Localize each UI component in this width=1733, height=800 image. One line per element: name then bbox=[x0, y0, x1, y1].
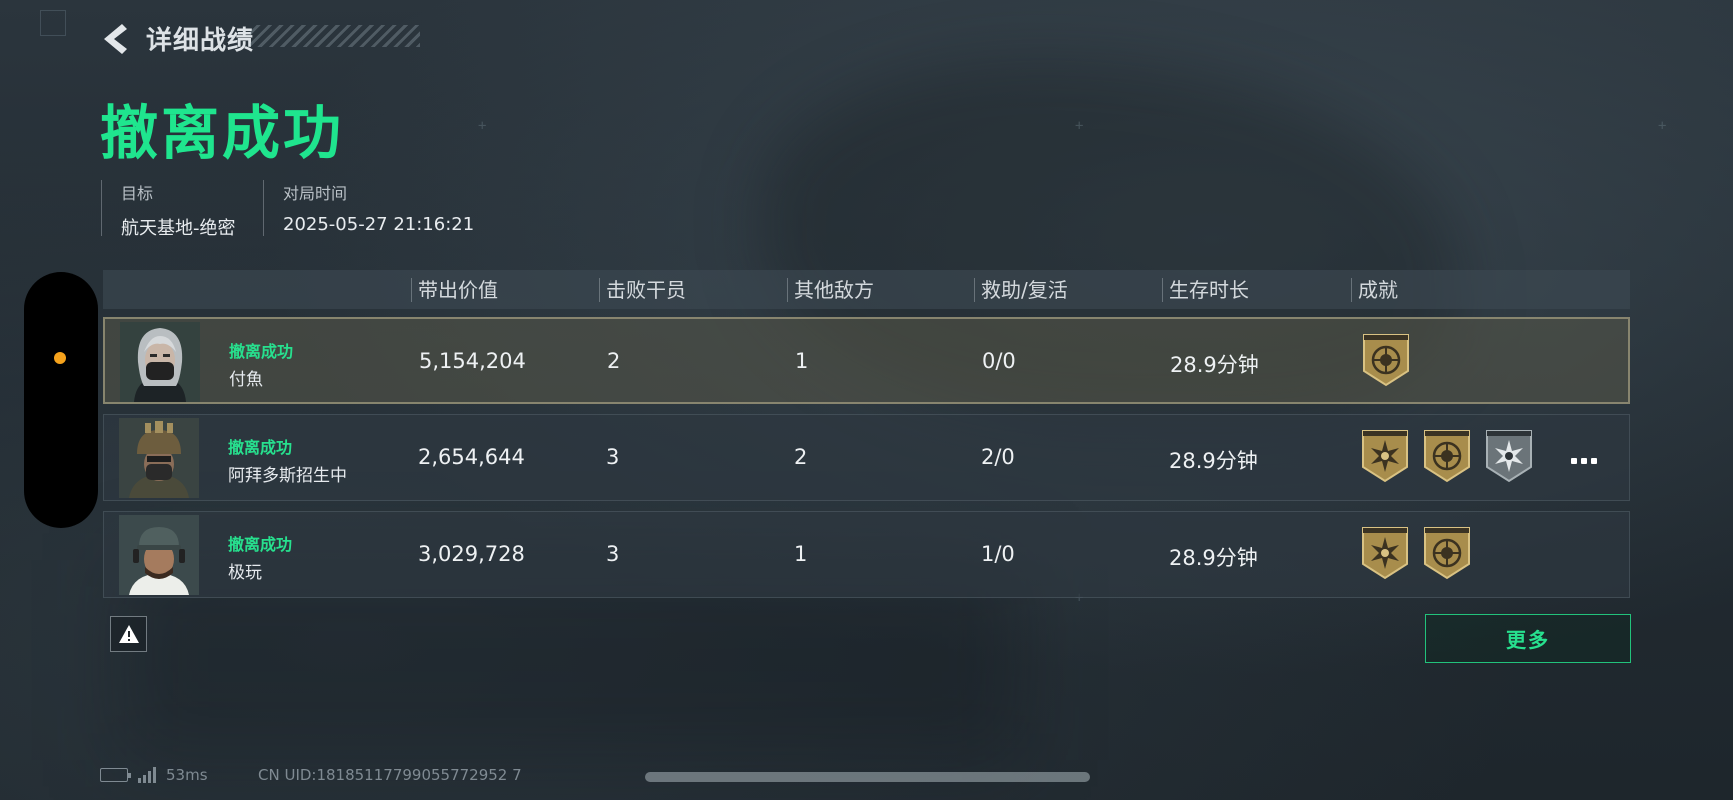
player-avatar bbox=[120, 322, 200, 402]
corner-frame bbox=[40, 10, 66, 36]
match-time-label: 对局时间 bbox=[283, 184, 348, 203]
player-avatar bbox=[119, 515, 199, 595]
player-name: 阿拜多斯招生中 bbox=[228, 466, 347, 486]
match-time-value: 2025-05-27 21:16:21 bbox=[283, 214, 475, 235]
table-row[interactable]: 撤离成功 极玩 3,029,728 3 1 1/0 28.9分钟 bbox=[103, 511, 1630, 598]
more-achievements-icon[interactable] bbox=[1571, 449, 1603, 464]
column-kills: 击败干员 bbox=[599, 277, 686, 302]
report-button[interactable] bbox=[110, 616, 147, 652]
enemies-count: 2 bbox=[794, 445, 808, 469]
stats-table: 带出价值 击败干员 其他敌方 救助/复活 生存时长 成就 撤离成功 付魚 5,1… bbox=[103, 270, 1630, 598]
gold-emblem-icon[interactable] bbox=[1422, 524, 1472, 580]
table-row[interactable]: 撤离成功 阿拜多斯招生中 2,654,644 3 2 2/0 28.9分钟 bbox=[103, 414, 1630, 501]
signal-icon bbox=[138, 767, 156, 783]
extract-value: 5,154,204 bbox=[419, 349, 526, 373]
column-survival: 生存时长 bbox=[1162, 277, 1249, 302]
table-row[interactable]: 撤离成功 付魚 5,154,204 2 1 0/0 28.9分钟 bbox=[103, 317, 1630, 404]
extract-value: 2,654,644 bbox=[418, 445, 525, 469]
match-time-info: 对局时间 2025-05-27 21:16:21 bbox=[263, 180, 474, 236]
gold-star-burst-icon[interactable] bbox=[1360, 524, 1410, 580]
target-label: 目标 bbox=[121, 184, 154, 203]
player-name: 极玩 bbox=[228, 563, 262, 583]
female-operator-portrait-icon bbox=[120, 322, 200, 402]
crosshair-mark: + bbox=[1075, 118, 1084, 134]
gold-emblem-icon[interactable] bbox=[1361, 331, 1411, 387]
target-value: 航天基地-绝密 bbox=[121, 218, 236, 239]
column-enemies: 其他敌方 bbox=[787, 277, 874, 302]
warning-icon bbox=[118, 625, 139, 643]
helmet-operator-portrait-icon bbox=[119, 418, 199, 498]
gold-emblem-icon[interactable] bbox=[1422, 427, 1472, 483]
player-status: 撤离成功 bbox=[229, 342, 294, 361]
column-achievements: 成就 bbox=[1351, 277, 1398, 302]
ping-value: 53ms bbox=[166, 766, 208, 784]
gold-star-burst-icon[interactable] bbox=[1360, 427, 1410, 483]
more-button-label: 更多 bbox=[1506, 628, 1550, 652]
player-name: 付魚 bbox=[229, 370, 263, 390]
battery-icon bbox=[100, 768, 131, 782]
achievement-list bbox=[1360, 524, 1472, 580]
assist-revive: 1/0 bbox=[981, 542, 1015, 566]
survival-time: 28.9分钟 bbox=[1169, 546, 1258, 570]
indicator-dot bbox=[54, 352, 66, 364]
survival-time: 28.9分钟 bbox=[1169, 449, 1258, 473]
player-uid: CN UID:18185117799055772952 7 bbox=[258, 766, 522, 784]
home-indicator[interactable] bbox=[645, 772, 1090, 782]
survival-time: 28.9分钟 bbox=[1170, 353, 1259, 377]
target-info: 目标 航天基地-绝密 bbox=[101, 180, 236, 239]
more-button[interactable]: 更多 bbox=[1425, 614, 1631, 663]
achievement-list bbox=[1361, 331, 1411, 387]
silver-star-burst-icon[interactable] bbox=[1484, 427, 1534, 483]
side-handle[interactable] bbox=[24, 272, 98, 528]
assist-revive: 2/0 bbox=[981, 445, 1015, 469]
title-stripes bbox=[250, 25, 420, 47]
crosshair-mark: + bbox=[1658, 118, 1667, 134]
status-bar: 53ms bbox=[100, 766, 208, 784]
back-arrow-icon bbox=[104, 23, 127, 54]
kills-count: 3 bbox=[606, 542, 620, 566]
enemies-count: 1 bbox=[795, 349, 809, 373]
table-header: 带出价值 击败干员 其他敌方 救助/复活 生存时长 成就 bbox=[103, 270, 1630, 309]
back-button[interactable]: 详细战绩 bbox=[100, 20, 254, 57]
player-status: 撤离成功 bbox=[228, 438, 293, 457]
enemies-count: 1 bbox=[794, 542, 808, 566]
cap-operator-portrait-icon bbox=[119, 515, 199, 595]
assist-revive: 0/0 bbox=[982, 349, 1016, 373]
extract-value: 3,029,728 bbox=[418, 542, 525, 566]
achievement-list bbox=[1360, 427, 1534, 483]
player-avatar bbox=[119, 418, 199, 498]
player-status: 撤离成功 bbox=[228, 535, 293, 554]
kills-count: 2 bbox=[607, 349, 621, 373]
kills-count: 3 bbox=[606, 445, 620, 469]
result-title: 撤离成功 bbox=[100, 99, 345, 167]
crosshair-mark: + bbox=[478, 118, 487, 134]
page-title: 详细战绩 bbox=[146, 26, 255, 56]
column-value: 带出价值 bbox=[411, 277, 498, 302]
column-assist: 救助/复活 bbox=[974, 277, 1068, 302]
